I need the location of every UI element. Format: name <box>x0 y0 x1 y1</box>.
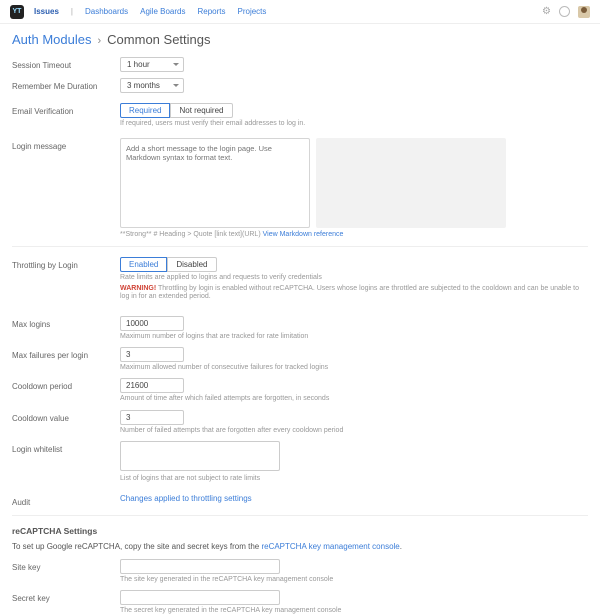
hint-site-key: The site key generated in the reCAPTCHA … <box>120 576 588 584</box>
gear-icon[interactable]: ⚙ <box>542 6 551 17</box>
nav-dashboards[interactable]: Dashboards <box>85 7 128 16</box>
cooldown-period-input[interactable] <box>120 378 184 393</box>
email-verification-toggle: Required Not required <box>120 103 233 118</box>
hint-login-whitelist: List of logins that are not subject to r… <box>120 475 588 483</box>
hint-email-verification: If required, users must verify their ema… <box>120 120 588 128</box>
nav-separator: | <box>71 7 73 16</box>
label-max-logins: Max logins <box>12 316 120 341</box>
label-session-timeout: Session Timeout <box>12 57 120 72</box>
label-login-whitelist: Login whitelist <box>12 441 120 483</box>
label-cooldown-period: Cooldown period <box>12 378 120 403</box>
recaptcha-intro-suffix: . <box>400 542 402 551</box>
label-remember: Remember Me Duration <box>12 78 120 93</box>
hint-cooldown-period: Amount of time after which failed attemp… <box>120 395 588 403</box>
recaptcha-intro-text: To set up Google reCAPTCHA, copy the sit… <box>12 542 261 551</box>
hint-max-failures: Maximum allowed number of consecutive fa… <box>120 364 588 372</box>
login-whitelist-textarea[interactable] <box>120 441 280 471</box>
label-login-message: Login message <box>12 138 120 238</box>
remember-duration-value: 3 months <box>127 81 160 90</box>
topbar-right: ⚙ <box>542 6 590 18</box>
hint-cooldown-value: Number of failed attempts that are forgo… <box>120 427 588 435</box>
breadcrumb: Auth Modules › Common Settings <box>12 32 588 47</box>
label-max-failures: Max failures per login <box>12 347 120 372</box>
throttling-toggle: Enabled Disabled <box>120 257 217 272</box>
nav-reports[interactable]: Reports <box>197 7 225 16</box>
cooldown-value-input[interactable] <box>120 410 184 425</box>
topbar: YT Issues | Dashboards Agile Boards Repo… <box>0 0 600 24</box>
avatar[interactable] <box>578 6 590 18</box>
label-email-verification: Email Verification <box>12 103 120 128</box>
breadcrumb-sep: › <box>98 35 102 47</box>
markdown-reference-link[interactable]: View Markdown reference <box>263 231 344 238</box>
markdown-help: **Strong** # Heading > Quote [link text]… <box>120 231 588 238</box>
page-title: Common Settings <box>107 32 210 47</box>
hint-throttling-warning: WARNING! Throttling by login is enabled … <box>120 285 588 302</box>
chevron-down-icon <box>173 84 179 87</box>
secret-key-input[interactable] <box>120 590 280 605</box>
help-icon[interactable] <box>559 6 570 17</box>
breadcrumb-root[interactable]: Auth Modules <box>12 32 92 47</box>
markdown-hint-text: **Strong** # Heading > Quote [link text]… <box>120 231 263 238</box>
max-logins-input[interactable] <box>120 316 184 331</box>
recaptcha-console-link[interactable]: reCAPTCHA key management console <box>261 542 399 551</box>
hint-max-logins: Maximum number of logins that are tracke… <box>120 333 588 341</box>
main-nav: Issues | Dashboards Agile Boards Reports… <box>34 7 542 16</box>
label-cooldown-value: Cooldown value <box>12 410 120 435</box>
chevron-down-icon <box>173 63 179 66</box>
label-site-key: Site key <box>12 559 120 584</box>
disabled-button[interactable]: Disabled <box>167 257 216 272</box>
recaptcha-heading: reCAPTCHA Settings <box>12 526 588 536</box>
audit-link[interactable]: Changes applied to throttling settings <box>120 494 252 503</box>
session-timeout-value: 1 hour <box>127 60 150 69</box>
login-message-preview <box>316 138 506 228</box>
label-audit: Audit <box>12 494 120 507</box>
warning-text: Throttling by login is enabled without r… <box>120 285 579 300</box>
remember-duration-select[interactable]: 3 months <box>120 78 184 93</box>
page-content: Auth Modules › Common Settings Session T… <box>0 24 600 615</box>
site-key-input[interactable] <box>120 559 280 574</box>
section-divider <box>12 515 588 516</box>
required-button[interactable]: Required <box>120 103 170 118</box>
nav-agile-boards[interactable]: Agile Boards <box>140 7 185 16</box>
hint-secret-key: The secret key generated in the reCAPTCH… <box>120 607 588 615</box>
max-failures-input[interactable] <box>120 347 184 362</box>
session-timeout-select[interactable]: 1 hour <box>120 57 184 72</box>
hint-throttling-rate: Rate limits are applied to logins and re… <box>120 274 588 282</box>
label-secret-key: Secret key <box>12 590 120 615</box>
label-throttling: Throttling by Login <box>12 257 120 301</box>
recaptcha-intro: To set up Google reCAPTCHA, copy the sit… <box>12 542 588 551</box>
warning-label: WARNING! <box>120 285 156 292</box>
nav-issues[interactable]: Issues <box>34 7 59 16</box>
not-required-button[interactable]: Not required <box>170 103 232 118</box>
app-logo[interactable]: YT <box>10 5 24 19</box>
nav-projects[interactable]: Projects <box>238 7 267 16</box>
login-message-textarea[interactable] <box>120 138 310 228</box>
section-divider <box>12 246 588 247</box>
enabled-button[interactable]: Enabled <box>120 257 167 272</box>
